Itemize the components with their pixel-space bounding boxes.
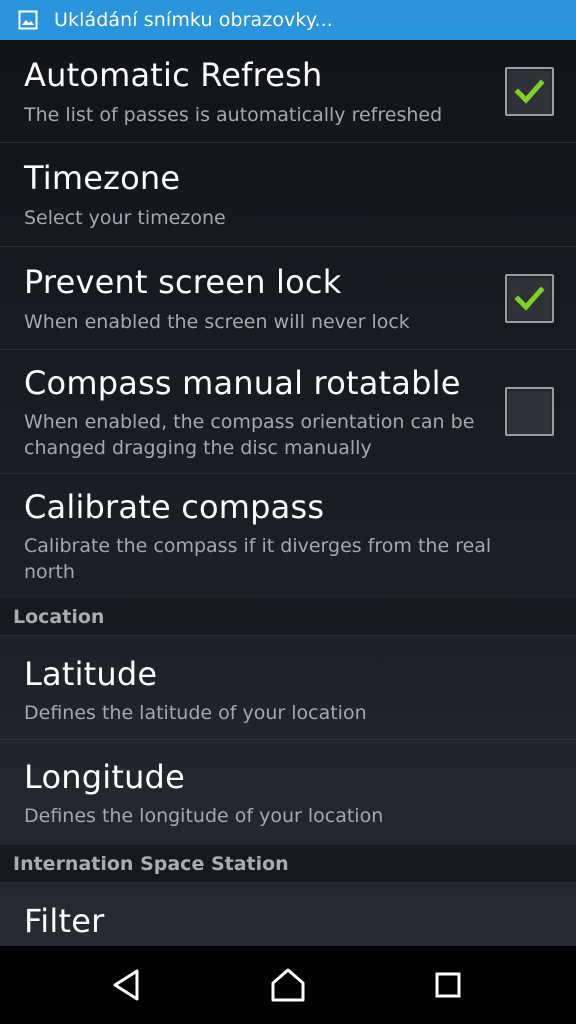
prevent-screen-lock-checkbox[interactable]: [505, 274, 554, 323]
pref-summary: When enabled the screen will never lock: [24, 311, 410, 333]
status-bar: Ukládání snímku obrazovky...: [0, 0, 576, 40]
pref-timezone[interactable]: Timezone Select your timezone: [0, 143, 576, 247]
pref-summary: The list of passes is automatically refr…: [24, 104, 443, 126]
pref-title: Longitude: [24, 758, 185, 796]
pref-title: Latitude: [24, 655, 158, 693]
check-icon: [514, 286, 545, 311]
pref-title: Compass manual rotatable: [24, 364, 461, 402]
pref-latitude[interactable]: Latitude Defines the latitude of your lo…: [0, 637, 576, 740]
pref-summary: Defines the longitude of your location: [24, 805, 384, 827]
status-text: Ukládání snímku obrazovky...: [54, 9, 333, 31]
pref-summary: Defines the latitude of your location: [24, 702, 367, 724]
pref-summary: When enabled, the compass orientation ca…: [24, 411, 475, 459]
pref-longitude[interactable]: Longitude Defines the longitude of your …: [0, 740, 576, 845]
check-icon: [514, 79, 545, 104]
home-icon: [271, 968, 305, 1002]
pref-title: Automatic Refresh: [24, 56, 323, 94]
pref-title: Filter: [24, 902, 105, 940]
back-icon: [113, 969, 139, 1001]
pref-summary: Calibrate the compass if it diverges fro…: [24, 535, 492, 583]
recents-button[interactable]: [408, 946, 488, 1024]
pref-summary: Select your timezone: [24, 207, 226, 229]
pref-title: Prevent screen lock: [24, 263, 342, 301]
compass-manual-rotatable-checkbox[interactable]: [505, 387, 554, 436]
recents-icon: [435, 972, 461, 998]
screen: Ukládání snímku obrazovky... Automatic R…: [0, 0, 576, 1024]
pref-automatic-refresh[interactable]: Automatic Refresh The list of passes is …: [0, 40, 576, 143]
group-header-iss: Internation Space Station: [0, 845, 576, 883]
pref-compass-manual-rotatable[interactable]: Compass manual rotatable When enabled, t…: [0, 350, 576, 474]
pref-calibrate-compass[interactable]: Calibrate compass Calibrate the compass …: [0, 474, 576, 598]
navigation-bar: [0, 946, 576, 1024]
pref-prevent-screen-lock[interactable]: Prevent screen lock When enabled the scr…: [0, 247, 576, 350]
settings-list[interactable]: Automatic Refresh The list of passes is …: [0, 40, 576, 946]
back-button[interactable]: [88, 946, 168, 1024]
automatic-refresh-checkbox[interactable]: [505, 67, 554, 116]
pref-title: Timezone: [24, 159, 181, 197]
pref-filter[interactable]: Filter: [0, 884, 576, 946]
image-icon: [18, 10, 38, 30]
home-button[interactable]: [248, 946, 328, 1024]
pref-title: Calibrate compass: [24, 488, 325, 526]
group-header-location: Location: [0, 598, 576, 636]
